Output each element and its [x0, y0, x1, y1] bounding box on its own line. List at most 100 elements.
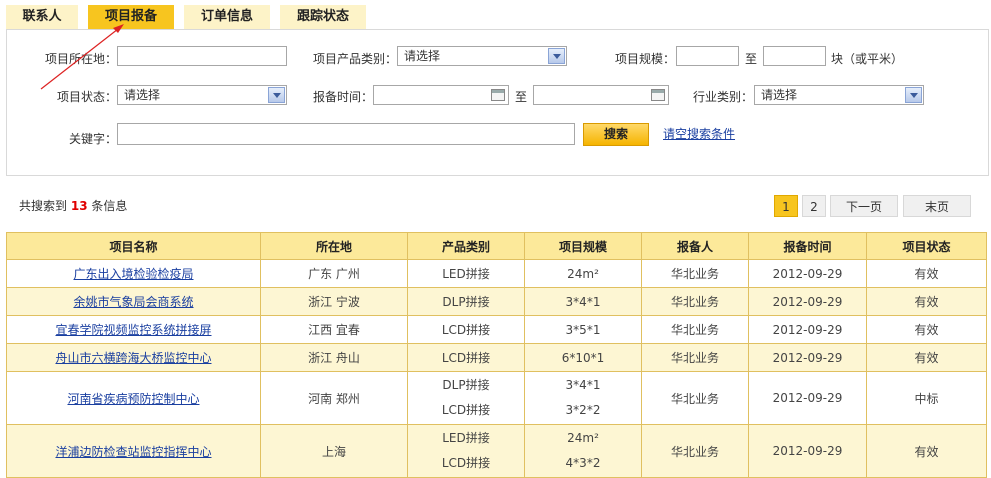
project-link[interactable]: 洋浦边防检查站监控指挥中心: [55, 445, 211, 459]
header-reporter: 报备人: [641, 232, 749, 260]
category-line: LCD拼接: [441, 403, 491, 417]
calendar-icon[interactable]: [651, 89, 665, 101]
last-page-button[interactable]: 末页: [903, 195, 971, 217]
result-count-number: 13: [70, 199, 88, 213]
project-link[interactable]: 余姚市气象局会商系统: [73, 295, 193, 309]
search-button[interactable]: 搜索: [583, 123, 649, 146]
cell-reporter: 华北业务: [641, 371, 749, 425]
cell-location: 浙江 舟山: [260, 343, 408, 372]
cell-date: 2012-09-29: [748, 343, 867, 372]
category-line: LCD拼接: [441, 456, 491, 470]
tab-tracking-status[interactable]: 跟踪状态: [280, 5, 366, 29]
cell-category: LCD拼接: [407, 343, 525, 372]
cell-category: LCD拼接: [407, 315, 525, 344]
scale-line: 3*4*1: [565, 378, 601, 392]
cell-reporter: 华北业务: [641, 259, 749, 288]
header-category: 产品类别: [407, 232, 525, 260]
cell-scale: 3*4*1 3*2*2: [524, 371, 642, 425]
cell-date: 2012-09-29: [748, 259, 867, 288]
cell-scale: 6*10*1: [524, 343, 642, 372]
cell-status: 有效: [866, 315, 987, 344]
cell-category: LED拼接: [407, 259, 525, 288]
tab-project-report[interactable]: 项目报备: [88, 5, 174, 29]
cell-category: DLP拼接 LCD拼接: [407, 371, 525, 425]
project-link[interactable]: 广东出入境检验检疫局: [73, 267, 193, 281]
table-row: 余姚市气象局会商系统 浙江 宁波 DLP拼接 3*4*1 华北业务 2012-0…: [6, 287, 987, 316]
cell-scale: 3*5*1: [524, 315, 642, 344]
project-link[interactable]: 河南省疾病预防控制中心: [67, 392, 199, 406]
header-date: 报备时间: [748, 232, 867, 260]
result-count-suffix: 条信息: [91, 199, 128, 213]
cell-name: 舟山市六横跨海大桥监控中心: [6, 343, 261, 372]
cell-scale: 3*4*1: [524, 287, 642, 316]
chevron-down-icon: [268, 87, 285, 103]
cell-location: 广东 广州: [260, 259, 408, 288]
search-panel: 项目所在地： 项目产品类别： 请选择 项目规模： 至 块（或平米） 项目状态： …: [6, 29, 989, 176]
table-row: 广东出入境检验检疫局 广东 广州 LED拼接 24m² 华北业务 2012-09…: [6, 259, 987, 288]
result-count-prefix: 共搜索到: [19, 199, 68, 213]
cell-status: 有效: [866, 287, 987, 316]
cell-scale: 24m²: [524, 259, 642, 288]
chevron-down-icon: [548, 48, 565, 64]
cell-date: 2012-09-29: [748, 315, 867, 344]
cell-reporter: 华北业务: [641, 287, 749, 316]
time-start-input[interactable]: [373, 85, 509, 105]
scale-line: 24m²: [567, 431, 599, 445]
table-header-row: 项目名称 所在地 产品类别 项目规模 报备人 报备时间 项目状态: [6, 232, 987, 260]
scale-line: 3*2*2: [565, 403, 601, 417]
project-link[interactable]: 舟山市六横跨海大桥监控中心: [55, 351, 211, 365]
header-scale: 项目规模: [524, 232, 642, 260]
industry-label: 行业类别：: [693, 90, 754, 104]
cell-reporter: 华北业务: [641, 343, 749, 372]
clear-conditions-link[interactable]: 请空搜索条件: [663, 125, 735, 142]
page-1-button[interactable]: 1: [774, 195, 798, 217]
cell-status: 有效: [866, 343, 987, 372]
header-project-name: 项目名称: [6, 232, 261, 260]
header-status: 项目状态: [866, 232, 987, 260]
cell-reporter: 华北业务: [641, 315, 749, 344]
cell-status: 中标: [866, 371, 987, 425]
chevron-down-icon: [905, 87, 922, 103]
next-page-button[interactable]: 下一页: [830, 195, 898, 217]
page-2-button[interactable]: 2: [802, 195, 826, 217]
tab-order-info[interactable]: 订单信息: [184, 5, 270, 29]
status-select[interactable]: 请选择: [117, 85, 287, 105]
category-line: LED拼接: [442, 431, 490, 445]
location-input[interactable]: [117, 46, 287, 66]
scale-unit-label: 块（或平米）: [831, 52, 904, 66]
cell-status: 有效: [866, 259, 987, 288]
category-select-value: 请选择: [404, 49, 441, 63]
industry-select-value: 请选择: [761, 88, 798, 102]
scale-max-input[interactable]: [763, 46, 826, 66]
location-label: 项目所在地：: [45, 52, 118, 66]
cell-date: 2012-09-29: [748, 287, 867, 316]
time-end-input[interactable]: [533, 85, 669, 105]
project-link[interactable]: 宜春学院视频监控系统拼接屏: [55, 323, 211, 337]
scale-label: 项目规模：: [615, 52, 676, 66]
cell-location: 河南 郑州: [260, 371, 408, 425]
status-select-value: 请选择: [124, 88, 161, 102]
scale-line: 4*3*2: [565, 456, 601, 470]
category-select[interactable]: 请选择: [397, 46, 567, 66]
table-row: 河南省疾病预防控制中心 河南 郑州 DLP拼接 LCD拼接 3*4*1 3*2*…: [6, 371, 987, 425]
keyword-input[interactable]: [117, 123, 575, 145]
industry-select[interactable]: 请选择: [754, 85, 924, 105]
result-count: 共搜索到 13 条信息: [19, 197, 127, 214]
tab-contacts[interactable]: 联系人: [6, 5, 78, 29]
cell-name: 河南省疾病预防控制中心: [6, 371, 261, 425]
category-line: DLP拼接: [442, 378, 490, 392]
time-label: 报备时间：: [313, 90, 374, 104]
time-to-label: 至: [515, 90, 528, 104]
table-row: 宜春学院视频监控系统拼接屏 江西 宜春 LCD拼接 3*5*1 华北业务 201…: [6, 315, 987, 344]
cell-date: 2012-09-29: [748, 371, 867, 425]
cell-location: 浙江 宁波: [260, 287, 408, 316]
calendar-icon[interactable]: [491, 89, 505, 101]
cell-name: 宜春学院视频监控系统拼接屏: [6, 315, 261, 344]
cell-name: 余姚市气象局会商系统: [6, 287, 261, 316]
results-table: 项目名称 所在地 产品类别 项目规模 报备人 报备时间 项目状态 广东出入境检验…: [6, 232, 987, 478]
category-label: 项目产品类别：: [313, 52, 398, 66]
scale-to-label: 至: [745, 52, 758, 66]
status-label: 项目状态：: [57, 90, 118, 104]
cell-category: DLP拼接: [407, 287, 525, 316]
scale-min-input[interactable]: [676, 46, 739, 66]
